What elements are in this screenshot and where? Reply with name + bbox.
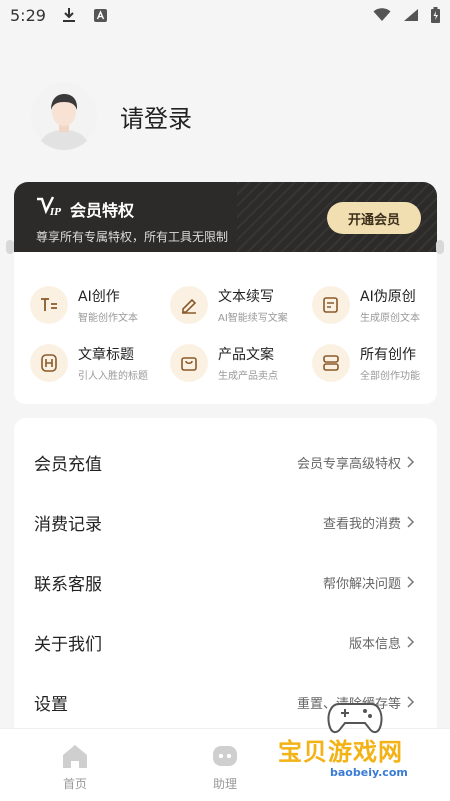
chevron-right-icon [407,696,415,708]
menu-label: 消费记录 [34,514,102,535]
tool-subtitle: 生成产品卖点 [218,371,278,382]
vip-logo: IP [36,196,62,221]
tool-subtitle: 全部创作功能 [360,371,420,382]
chevron-right-icon [407,456,415,468]
tool-article-title[interactable]: 文章标题 引人入胜的标题 [30,338,170,388]
tool-subtitle: AI智能续写文案 [218,313,288,324]
vip-card[interactable]: IP 会员特权 尊享所有专属特权，所有工具无限制 开通会员 [14,182,437,252]
a-box-icon [93,8,107,22]
text-format-icon [30,286,68,324]
menu-spending-records[interactable]: 消费记录 查看我的消费 [14,492,437,552]
menu-hint: 查看我的消费 [322,516,401,532]
nav-assistant[interactable]: 助理 [195,743,255,792]
status-time: 5:29 [10,5,46,25]
menu-label: 联系客服 [34,574,102,595]
menu-hint: 重置、清除缓存等 [296,696,401,712]
open-vip-button[interactable]: 开通会员 [327,202,421,234]
card-edge-left [6,240,14,254]
pencil-icon [170,286,208,324]
menu-label: 会员充值 [34,454,102,475]
battery-icon [431,7,440,23]
layers-icon [312,344,350,382]
svg-text:IP: IP [49,208,61,216]
tool-title: 文本续写 [218,289,274,305]
vip-subtitle: 尊享所有专属特权，所有工具无限制 [36,230,229,244]
avatar[interactable] [30,82,98,150]
tool-title: 所有创作 [360,347,416,363]
wifi-icon [373,8,391,21]
chevron-right-icon [407,516,415,528]
nav-label: 助理 [212,777,237,791]
menu-hint: 版本信息 [348,636,401,652]
tool-title: 文章标题 [78,347,134,363]
tool-ai-rewrite[interactable]: AI伪原创 生成原创文本 [312,280,450,330]
nav-home[interactable]: 首页 [45,743,105,792]
menu-label: 关于我们 [34,634,102,655]
tool-all-creations[interactable]: 所有创作 全部创作功能 [312,338,450,388]
shopping-bag-icon [170,344,208,382]
status-bar: 5:29 [0,0,450,30]
nav-label: 首页 [62,777,87,791]
menu-hint: 帮你解决问题 [322,576,401,592]
card-edge-right [436,240,444,254]
tools-grid: AI创作 智能创作文本 文本续写 AI智能续写文案 AI伪原创 生成原创文本 文… [14,252,437,404]
heading-icon [30,344,68,382]
vip-badge-icon: IP [37,196,61,218]
chat-bot-icon [213,746,237,766]
settings-menu: 会员充值 会员专享高级特权 消费记录 查看我的消费 联系客服 帮你解决问题 关于… [14,418,437,738]
menu-vip-recharge[interactable]: 会员充值 会员专享高级特权 [14,432,437,492]
login-prompt[interactable]: 请登录 [120,99,192,134]
menu-about-us[interactable]: 关于我们 版本信息 [14,612,437,672]
tool-text-continue[interactable]: 文本续写 AI智能续写文案 [170,280,310,330]
chevron-right-icon [407,576,415,588]
tool-subtitle: 智能创作文本 [78,313,138,324]
edit-document-icon [312,286,350,324]
tool-title: AI创作 [78,289,120,305]
vip-title: 会员特权 [70,200,135,220]
vip-title-row: IP 会员特权 [36,196,134,221]
tool-ai-create[interactable]: AI创作 智能创作文本 [30,280,170,330]
menu-hint: 会员专享高级特权 [296,456,401,472]
menu-label: 设置 [34,694,68,715]
tool-title: 产品文案 [218,347,274,363]
bottom-nav: 首页 助理 [0,728,450,801]
home-icon [63,745,87,768]
tool-title: AI伪原创 [360,289,416,305]
menu-contact-support[interactable]: 联系客服 帮你解决问题 [14,552,437,612]
tool-subtitle: 生成原创文本 [360,313,420,324]
signal-icon [404,9,418,21]
download-icon [62,8,75,22]
tool-product-copy[interactable]: 产品文案 生成产品卖点 [170,338,310,388]
profile-header[interactable]: 请登录 [30,82,192,150]
menu-settings[interactable]: 设置 重置、清除缓存等 [14,672,437,732]
user-avatar-icon [30,82,98,150]
tool-subtitle: 引人入胜的标题 [78,371,148,382]
chevron-right-icon [407,636,415,648]
